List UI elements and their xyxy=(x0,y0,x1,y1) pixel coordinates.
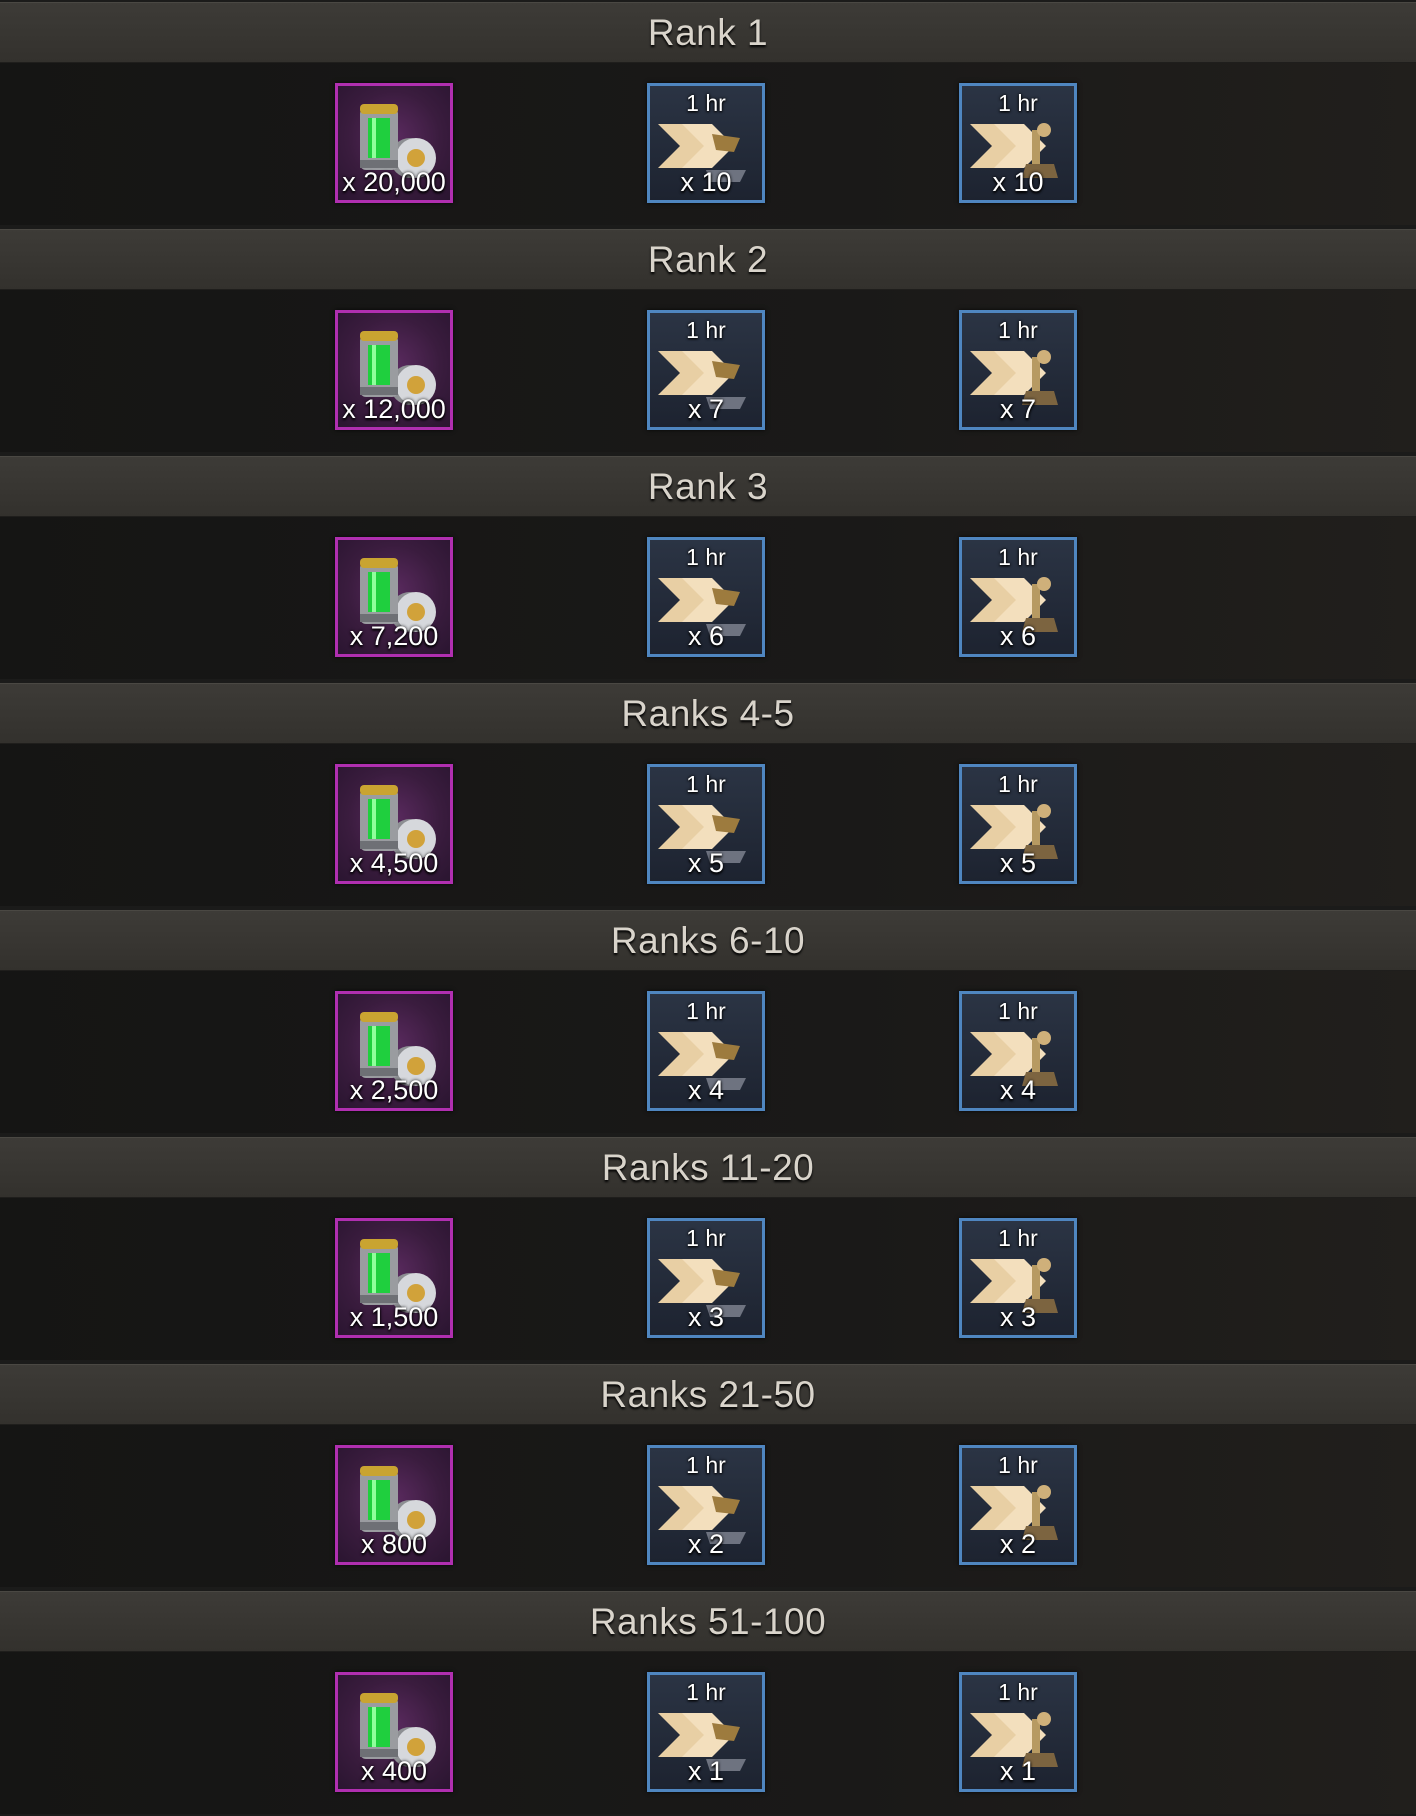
speedup-quantity: x 4 xyxy=(999,1075,1037,1105)
rank-tier-header: Rank 2 xyxy=(0,229,1416,290)
research-speedup-reward-item[interactable]: 1 hr x 6 xyxy=(959,537,1077,657)
reward-row: x 12,000 1 hr x 7 1 hr x 7 xyxy=(0,290,1416,452)
rank-tier-header: Rank 1 xyxy=(0,2,1416,63)
rank-tier: Rank 3 x 7,200 1 hr x 6 1 hr x 6 xyxy=(0,456,1416,681)
fuel-quantity: x 20,000 xyxy=(342,167,446,197)
training-speedup-reward-item[interactable]: 1 hr x 1 xyxy=(647,1672,765,1792)
rank-tier: Ranks 51-100 x 400 1 hr x 1 1 hr x 1 xyxy=(0,1591,1416,1816)
speedup-duration: 1 hr xyxy=(686,1679,726,1705)
training-speedup-reward-item[interactable]: 1 hr x 2 xyxy=(647,1445,765,1565)
research-speedup-reward-item[interactable]: 1 hr x 7 xyxy=(959,310,1077,430)
reward-row: x 1,500 1 hr x 3 1 hr x 3 xyxy=(0,1198,1416,1360)
fuel-quantity: x 1,500 xyxy=(349,1302,439,1332)
speedup-quantity: x 7 xyxy=(999,394,1037,424)
rank-tier-header: Ranks 4-5 xyxy=(0,683,1416,744)
rank-label: Rank 2 xyxy=(647,238,769,280)
speedup-duration: 1 hr xyxy=(998,90,1038,116)
speedup-duration: 1 hr xyxy=(686,1225,726,1251)
fuel-reward-item[interactable]: x 7,200 xyxy=(335,537,453,657)
speedup-duration: 1 hr xyxy=(686,1452,726,1478)
speedup-duration: 1 hr xyxy=(998,998,1038,1024)
fuel-quantity: x 2,500 xyxy=(349,1075,439,1105)
research-speedup-reward-item[interactable]: 1 hr x 4 xyxy=(959,991,1077,1111)
training-speedup-reward-item[interactable]: 1 hr x 4 xyxy=(647,991,765,1111)
speedup-duration: 1 hr xyxy=(998,544,1038,570)
research-speedup-reward-item[interactable]: 1 hr x 3 xyxy=(959,1218,1077,1338)
reward-row: x 800 1 hr x 2 1 hr x 2 xyxy=(0,1425,1416,1587)
rank-label: Ranks 6-10 xyxy=(610,919,806,961)
rank-label: Ranks 4-5 xyxy=(621,692,795,734)
speedup-quantity: x 6 xyxy=(687,621,725,651)
rank-tier: Ranks 4-5 x 4,500 1 hr x 5 1 hr x 5 xyxy=(0,683,1416,908)
rank-tier-header: Ranks 51-100 xyxy=(0,1591,1416,1652)
training-speedup-reward-item[interactable]: 1 hr x 5 xyxy=(647,764,765,884)
speedup-duration: 1 hr xyxy=(686,90,726,116)
fuel-reward-item[interactable]: x 4,500 xyxy=(335,764,453,884)
speedup-quantity: x 10 xyxy=(992,167,1044,197)
rank-tier: Ranks 21-50 x 800 1 hr x 2 1 hr x 2 xyxy=(0,1364,1416,1589)
training-speedup-reward-item[interactable]: 1 hr x 6 xyxy=(647,537,765,657)
fuel-reward-item[interactable]: x 20,000 xyxy=(335,83,453,203)
research-speedup-reward-item[interactable]: 1 hr x 5 xyxy=(959,764,1077,884)
speedup-quantity: x 10 xyxy=(680,167,732,197)
fuel-reward-item[interactable]: x 12,000 xyxy=(335,310,453,430)
speedup-duration: 1 hr xyxy=(686,998,726,1024)
reward-row: x 4,500 1 hr x 5 1 hr x 5 xyxy=(0,744,1416,906)
fuel-quantity: x 400 xyxy=(360,1756,428,1786)
training-speedup-reward-item[interactable]: 1 hr x 3 xyxy=(647,1218,765,1338)
speedup-duration: 1 hr xyxy=(998,1225,1038,1251)
rank-label: Rank 3 xyxy=(647,465,769,507)
training-speedup-reward-item[interactable]: 1 hr x 10 xyxy=(647,83,765,203)
fuel-quantity: x 4,500 xyxy=(349,848,439,878)
speedup-quantity: x 5 xyxy=(999,848,1037,878)
training-speedup-reward-item[interactable]: 1 hr x 7 xyxy=(647,310,765,430)
speedup-quantity: x 2 xyxy=(999,1529,1037,1559)
rank-tier-header: Rank 3 xyxy=(0,456,1416,517)
speedup-quantity: x 3 xyxy=(687,1302,725,1332)
rank-tier: Ranks 11-20 x 1,500 1 hr x 3 1 hr x 3 xyxy=(0,1137,1416,1362)
reward-row: x 7,200 1 hr x 6 1 hr x 6 xyxy=(0,517,1416,679)
research-speedup-reward-item[interactable]: 1 hr x 1 xyxy=(959,1672,1077,1792)
rank-tier: Rank 2 x 12,000 1 hr x 7 1 hr x 7 xyxy=(0,229,1416,454)
fuel-reward-item[interactable]: x 1,500 xyxy=(335,1218,453,1338)
research-speedup-reward-item[interactable]: 1 hr x 10 xyxy=(959,83,1077,203)
fuel-reward-item[interactable]: x 2,500 xyxy=(335,991,453,1111)
speedup-quantity: x 3 xyxy=(999,1302,1037,1332)
speedup-duration: 1 hr xyxy=(998,771,1038,797)
reward-row: x 400 1 hr x 1 1 hr x 1 xyxy=(0,1652,1416,1814)
rank-label: Rank 1 xyxy=(647,11,769,53)
fuel-reward-item[interactable]: x 400 xyxy=(335,1672,453,1792)
rank-label: Ranks 11-20 xyxy=(601,1146,815,1188)
rank-tier: Ranks 6-10 x 2,500 1 hr x 4 1 hr x 4 xyxy=(0,910,1416,1135)
rank-tier-header: Ranks 6-10 xyxy=(0,910,1416,971)
speedup-quantity: x 7 xyxy=(687,394,725,424)
speedup-quantity: x 1 xyxy=(687,1756,725,1786)
rank-tier-header: Ranks 21-50 xyxy=(0,1364,1416,1425)
rank-tier-header: Ranks 11-20 xyxy=(0,1137,1416,1198)
reward-row: x 2,500 1 hr x 4 1 hr x 4 xyxy=(0,971,1416,1133)
fuel-quantity: x 12,000 xyxy=(342,394,446,424)
rank-label: Ranks 51-100 xyxy=(589,1600,827,1642)
rank-label: Ranks 21-50 xyxy=(600,1373,816,1415)
speedup-quantity: x 6 xyxy=(999,621,1037,651)
fuel-quantity: x 7,200 xyxy=(349,621,439,651)
research-speedup-reward-item[interactable]: 1 hr x 2 xyxy=(959,1445,1077,1565)
reward-row: x 20,000 1 hr x 10 1 hr x 10 xyxy=(0,63,1416,225)
speedup-duration: 1 hr xyxy=(686,771,726,797)
speedup-duration: 1 hr xyxy=(686,544,726,570)
speedup-quantity: x 2 xyxy=(687,1529,725,1559)
speedup-duration: 1 hr xyxy=(686,317,726,343)
speedup-quantity: x 5 xyxy=(687,848,725,878)
rank-rewards-list: Rank 1 x 20,000 1 hr x 10 1 hr x 10 Rank… xyxy=(0,2,1416,1814)
speedup-duration: 1 hr xyxy=(998,317,1038,343)
speedup-duration: 1 hr xyxy=(998,1679,1038,1705)
speedup-quantity: x 1 xyxy=(999,1756,1037,1786)
rank-tier: Rank 1 x 20,000 1 hr x 10 1 hr x 10 xyxy=(0,2,1416,227)
fuel-quantity: x 800 xyxy=(360,1529,428,1559)
fuel-reward-item[interactable]: x 800 xyxy=(335,1445,453,1565)
speedup-quantity: x 4 xyxy=(687,1075,725,1105)
speedup-duration: 1 hr xyxy=(998,1452,1038,1478)
